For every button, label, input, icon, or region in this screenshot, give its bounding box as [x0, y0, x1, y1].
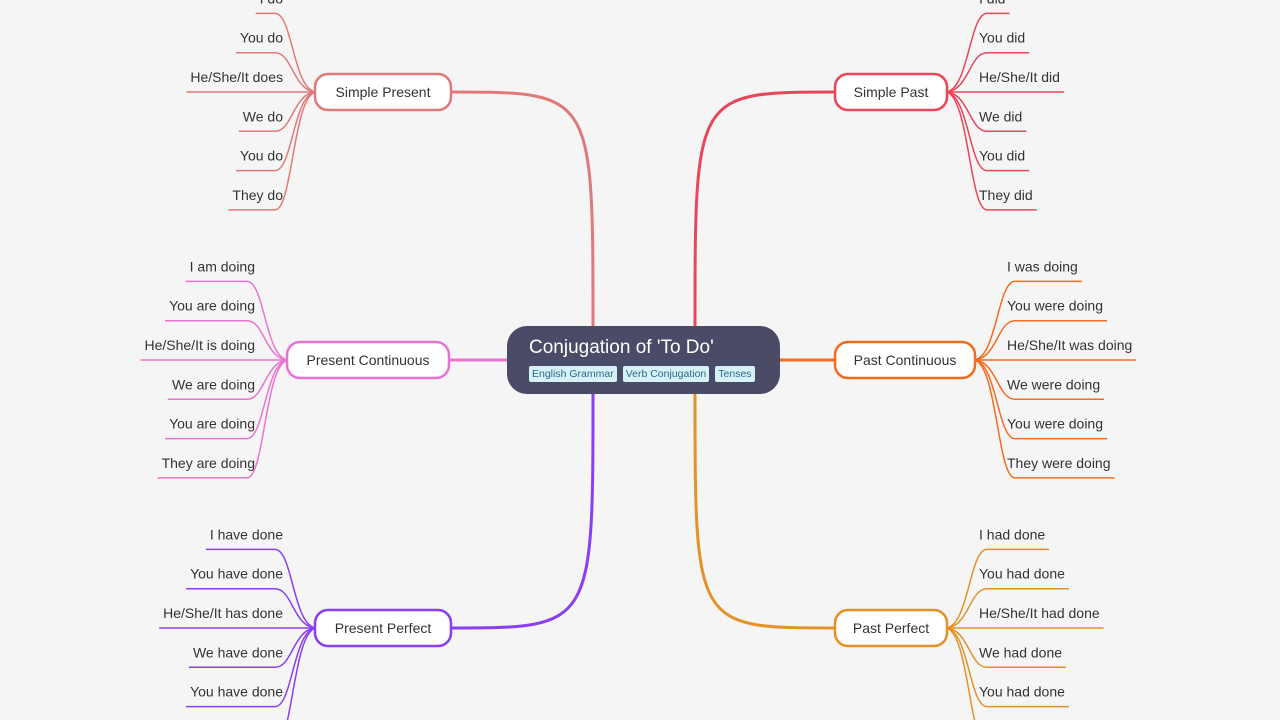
tag-list: English Grammar Verb Conjugation Tenses — [529, 366, 758, 382]
leaf-node[interactable]: He/She/It does — [190, 69, 283, 85]
leaf-node[interactable]: We did — [979, 108, 1022, 124]
leaf-node[interactable]: You did — [979, 148, 1025, 164]
topic-label: Present Perfect — [335, 620, 432, 636]
leaf-node[interactable]: You are doing — [169, 298, 255, 314]
leaf-node[interactable]: I was doing — [1007, 258, 1078, 274]
leaf-node[interactable]: He/She/It has done — [163, 605, 283, 621]
leaf-node[interactable]: I do — [260, 0, 284, 6]
leaf-node[interactable]: I am doing — [190, 258, 255, 274]
leaf-node[interactable]: You do — [240, 148, 283, 164]
leaf-node[interactable]: We had done — [979, 644, 1062, 660]
main-connector — [450, 393, 595, 630]
tag-english-grammar[interactable]: English Grammar — [529, 366, 617, 382]
leaf-node[interactable]: You do — [240, 30, 283, 46]
leaf-node[interactable]: He/She/It did — [979, 69, 1060, 85]
leaf-node[interactable]: We do — [243, 108, 283, 124]
branch-simple-present: I do You do He/She/It does We do You do They … — [186, 0, 595, 327]
leaf-node[interactable]: We were doing — [1007, 376, 1100, 392]
leaf-node[interactable]: You had done — [979, 566, 1065, 582]
leaf-node[interactable]: They were doing — [1007, 455, 1111, 471]
main-connector — [450, 90, 595, 327]
branch-simple-past: I did You did He/She/It did We did You did Th… — [693, 0, 1064, 327]
central-topic-title: Conjugation of 'To Do' — [529, 337, 714, 358]
branch-present-continuous: I am doing You are doing He/She/It is doin… — [140, 258, 507, 479]
leaf-node[interactable]: You were doing — [1007, 416, 1103, 432]
leaf-node[interactable]: He/She/It had done — [979, 605, 1100, 621]
branch-past-perfect: I had done You had done He/She/It had done… — [693, 393, 1104, 720]
tag-verb-conjugation[interactable]: Verb Conjugation — [622, 366, 710, 382]
leaf-node[interactable]: I had done — [979, 526, 1045, 542]
leaf-node[interactable]: We have done — [193, 644, 283, 660]
leaf-node[interactable]: You had done — [979, 684, 1065, 700]
leaf-node[interactable]: You have done — [190, 684, 283, 700]
leaf-node[interactable]: They did — [979, 187, 1033, 203]
leaf-node[interactable]: I did — [979, 0, 1005, 6]
leaf-node[interactable]: You did — [979, 30, 1025, 46]
main-connector — [693, 393, 836, 630]
topic-label: Simple Past — [854, 84, 929, 100]
tag-tenses[interactable]: Tenses — [715, 366, 755, 382]
central-topic[interactable]: Conjugation of 'To Do' English Grammar V… — [507, 326, 780, 394]
leaf-node[interactable]: We are doing — [172, 376, 255, 392]
topic-label: Past Perfect — [853, 620, 929, 636]
leaf-node[interactable]: They are doing — [162, 455, 255, 471]
branch-present-perfect: I have done You have done He/She/It has do… — [159, 393, 595, 720]
topic-label: Simple Present — [336, 84, 431, 100]
leaf-node[interactable]: You were doing — [1007, 298, 1103, 314]
leaf-node[interactable]: He/She/It was doing — [1007, 337, 1132, 353]
main-connector — [693, 90, 836, 327]
leaf-node[interactable]: You have done — [190, 566, 283, 582]
leaf-node[interactable]: They do — [232, 187, 283, 203]
topic-label: Present Continuous — [307, 352, 430, 368]
leaf-node[interactable]: He/She/It is doing — [144, 337, 255, 353]
leaf-node[interactable]: I have done — [210, 526, 283, 542]
leaf-node[interactable]: You are doing — [169, 416, 255, 432]
topic-label: Past Continuous — [854, 352, 957, 368]
branch-past-continuous: I was doing You were doing He/She/It was d… — [780, 258, 1137, 479]
